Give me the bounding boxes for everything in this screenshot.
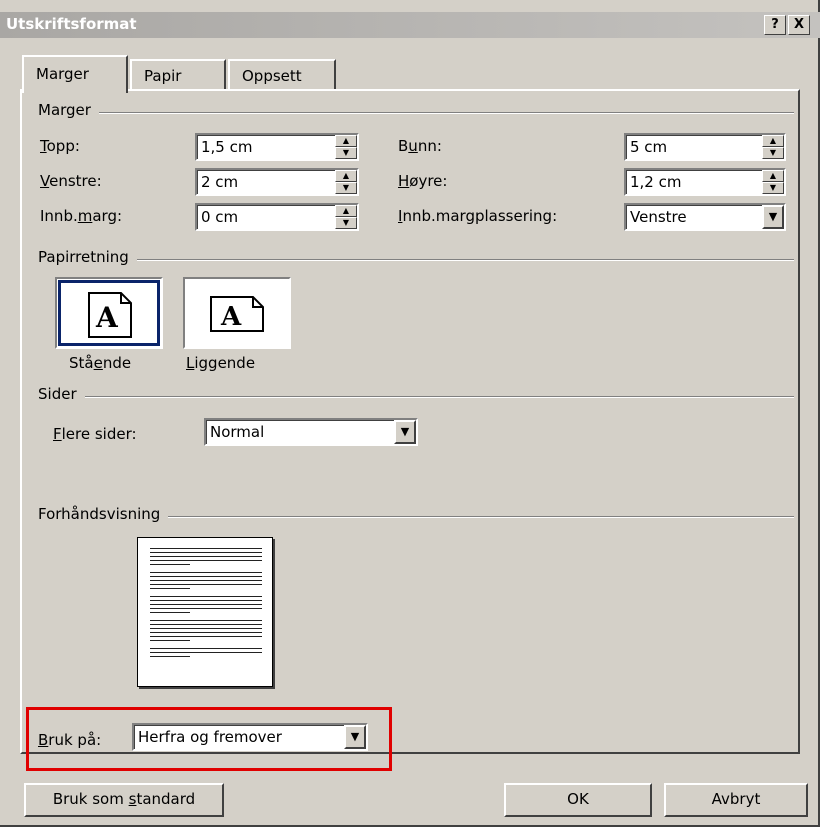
set-default-button[interactable]: Bruk som standard xyxy=(24,783,224,817)
right-margin-field[interactable]: 1,2 cm ▲ ▼ xyxy=(624,168,786,196)
portrait-option[interactable]: A xyxy=(55,277,163,349)
spin-up-icon[interactable]: ▲ xyxy=(335,205,357,217)
gutter-field[interactable]: 0 cm ▲ ▼ xyxy=(195,203,359,231)
left-margin-field[interactable]: 2 cm ▲ ▼ xyxy=(195,168,359,196)
portrait-page-icon: A xyxy=(88,292,132,338)
margins-group-title: Marger xyxy=(38,101,99,119)
spin-up-icon[interactable]: ▲ xyxy=(762,135,784,147)
tab-oppsett[interactable]: Oppsett xyxy=(228,59,336,91)
bottom-margin-label: Bunn: xyxy=(398,137,442,155)
spin-up-icon[interactable]: ▲ xyxy=(762,170,784,182)
title-bar[interactable]: Utskriftsformat ? X xyxy=(0,12,820,38)
close-button[interactable]: X xyxy=(788,15,810,35)
tab-strip: Marger Papir Oppsett xyxy=(0,55,820,93)
pages-group-title: Sider xyxy=(38,385,85,403)
multiple-pages-select[interactable]: Normal ▼ xyxy=(204,418,418,446)
left-margin-label: Venstre: xyxy=(40,172,102,190)
spin-down-icon[interactable]: ▼ xyxy=(335,182,357,194)
gutter-position-label: Innb.margplassering: xyxy=(398,207,558,225)
group-divider xyxy=(38,112,794,114)
bottom-margin-field[interactable]: 5 cm ▲ ▼ xyxy=(624,133,786,161)
top-margin-label: Topp: xyxy=(40,137,80,155)
spin-up-icon[interactable]: ▲ xyxy=(335,135,357,147)
apply-to-select[interactable]: Herfra og fremover ▼ xyxy=(132,723,368,751)
orientation-group-title: Papirretning xyxy=(38,248,137,266)
ok-button[interactable]: OK xyxy=(504,783,652,817)
preview-group-title: Forhåndsvisning xyxy=(38,505,169,523)
tab-marger[interactable]: Marger xyxy=(22,55,128,93)
gutter-position-select[interactable]: Venstre ▼ xyxy=(624,203,786,231)
spin-down-icon[interactable]: ▼ xyxy=(335,147,357,159)
help-button[interactable]: ? xyxy=(764,15,786,35)
orientation-glyph: A xyxy=(95,301,119,334)
top-margin-field[interactable]: 1,5 cm ▲ ▼ xyxy=(195,133,359,161)
right-margin-label: Høyre: xyxy=(398,172,448,190)
tab-papir[interactable]: Papir xyxy=(130,59,226,91)
portrait-label: Stående xyxy=(69,354,132,372)
dialog-title: Utskriftsformat xyxy=(6,15,137,33)
spin-down-icon[interactable]: ▼ xyxy=(335,217,357,229)
group-divider xyxy=(38,259,794,261)
landscape-label: Liggende xyxy=(186,354,256,372)
preview-page xyxy=(137,537,273,687)
apply-to-label: Bruk på: xyxy=(38,731,102,749)
dropdown-arrow-icon[interactable]: ▼ xyxy=(394,420,416,444)
page-setup-dialog: Utskriftsformat ? X Marger Papir Oppsett… xyxy=(0,0,820,827)
landscape-option[interactable]: A xyxy=(183,277,291,349)
multiple-pages-label: Flere sider: xyxy=(53,425,137,443)
landscape-page-icon: A xyxy=(210,296,264,332)
spin-down-icon[interactable]: ▼ xyxy=(762,147,784,159)
dropdown-arrow-icon[interactable]: ▼ xyxy=(762,205,784,229)
spin-up-icon[interactable]: ▲ xyxy=(335,170,357,182)
spin-down-icon[interactable]: ▼ xyxy=(762,182,784,194)
group-divider xyxy=(38,396,794,398)
cancel-button[interactable]: Avbryt xyxy=(664,783,808,817)
dropdown-arrow-icon[interactable]: ▼ xyxy=(344,725,366,749)
gutter-label: Innb.marg: xyxy=(40,207,123,225)
orientation-glyph: A xyxy=(220,302,242,332)
